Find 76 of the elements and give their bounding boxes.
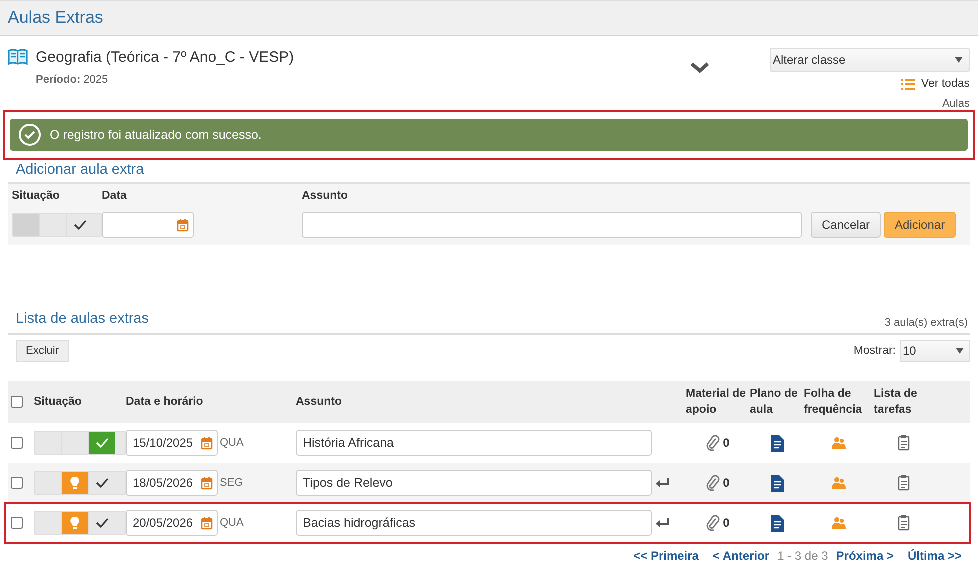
document-icon[interactable] (769, 434, 785, 452)
class-select[interactable]: Alterar classe (770, 48, 970, 72)
lightbulb-icon (70, 476, 80, 490)
clipboard-icon[interactable] (898, 515, 910, 531)
row-checkbox[interactable] (11, 517, 23, 529)
document-icon[interactable] (769, 514, 785, 532)
section-title: Adicionar aula extra (16, 161, 146, 180)
date-field[interactable]: 18/05/2026 (126, 470, 218, 496)
column-header: Folha de frequência (804, 387, 864, 418)
people-icon[interactable] (832, 437, 846, 449)
page-info: 1 - 3 de 3 (778, 549, 828, 563)
weekday: QUA (220, 437, 244, 449)
caret-icon[interactable] (955, 57, 963, 63)
lightbulb-icon (70, 516, 80, 530)
record-count: 3 aula(s) extra(s) (884, 317, 968, 329)
class-name: Geografia (Teórica - 7º Ano_C - VESP) (36, 48, 294, 66)
subject-field[interactable]: Bacias hidrográficas (296, 510, 652, 536)
enter-icon[interactable] (656, 478, 670, 488)
clipboard-icon[interactable] (898, 435, 910, 451)
period-text: Período: 2025 (36, 74, 110, 86)
field-label: Situação (12, 190, 61, 202)
book-icon (8, 48, 28, 66)
subject-field[interactable]: História Africana (296, 430, 652, 456)
material-count: 0 (723, 436, 730, 450)
success-alert: O registro foi atualizado com sucesso. (10, 119, 968, 151)
date-field[interactable] (102, 212, 194, 238)
subject-field[interactable] (302, 212, 802, 238)
date-field[interactable]: 15/10/2025 (126, 430, 218, 456)
check-circle-icon (18, 123, 42, 147)
weekday: SEG (220, 477, 244, 489)
column-header: Data e horário (126, 395, 204, 410)
section-title: Lista de aulas extras (16, 310, 149, 329)
first-page-link[interactable]: << Primeira (634, 549, 699, 563)
subject-field[interactable]: Tipos de Relevo (296, 470, 652, 496)
previous-page-link[interactable]: < Anterior (712, 549, 770, 563)
calendar-icon[interactable] (177, 218, 189, 232)
column-header: Material de apoio (686, 387, 748, 418)
material-count: 0 (723, 516, 730, 530)
add-button[interactable]: Adicionar (884, 212, 956, 238)
field-label: Data (102, 190, 128, 202)
status-toggle[interactable] (12, 213, 102, 237)
page-size-select[interactable]: 10 (900, 340, 970, 362)
paperclip-icon[interactable] (706, 475, 720, 491)
see-all-link[interactable]: Ver todas (901, 78, 970, 90)
chevron-down-icon[interactable] (690, 62, 710, 74)
calendar-icon[interactable] (201, 516, 213, 530)
paperclip-icon[interactable] (706, 435, 720, 451)
enter-icon[interactable] (656, 518, 670, 528)
field-label: Assunto (302, 190, 349, 202)
list-icon (901, 78, 916, 90)
calendar-icon[interactable] (201, 436, 213, 450)
see-all-sublabel: Aulas (942, 98, 970, 110)
next-page-link[interactable]: Próxima > (836, 549, 894, 563)
material-count: 0 (723, 476, 730, 490)
weekday: QUA (220, 517, 244, 529)
calendar-icon[interactable] (201, 476, 213, 490)
column-header: Lista de tarefas (874, 387, 918, 418)
people-icon[interactable] (832, 517, 846, 529)
date-field[interactable]: 20/05/2026 (126, 510, 218, 536)
row-checkbox[interactable] (11, 437, 23, 449)
column-header: Assunto (296, 395, 343, 410)
last-page-link[interactable]: Última >> (908, 549, 962, 563)
document-icon[interactable] (769, 474, 785, 492)
paperclip-icon[interactable] (706, 515, 720, 531)
row-checkbox[interactable] (11, 477, 23, 489)
delete-button[interactable]: Excluir (16, 340, 70, 362)
show-label: Mostrar: (854, 345, 896, 357)
page-title: Aulas Extras (8, 8, 104, 28)
cancel-button[interactable]: Cancelar (811, 212, 882, 238)
column-header: Plano de aula (750, 387, 799, 418)
caret-icon[interactable] (956, 348, 964, 354)
clipboard-icon[interactable] (898, 475, 910, 491)
select-all-checkbox[interactable] (11, 396, 23, 408)
status-toggle[interactable] (34, 511, 126, 535)
column-header: Situação (34, 395, 83, 410)
status-toggle[interactable] (34, 471, 126, 495)
